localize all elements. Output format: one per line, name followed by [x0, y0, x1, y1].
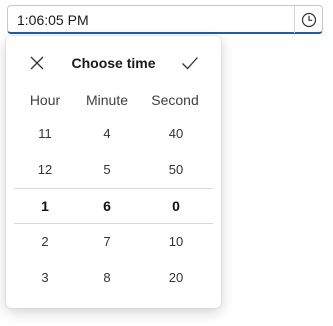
- selection-divider-bottom: [14, 223, 213, 224]
- time-picker-panel: Choose time Hour Minute Second 11 12 1 2…: [6, 36, 221, 308]
- selection-divider-top: [14, 188, 213, 189]
- minute-option[interactable]: 8: [77, 270, 137, 285]
- checkmark-icon: [182, 57, 198, 70]
- second-option[interactable]: 20: [146, 270, 206, 285]
- column-header-second: Second: [151, 92, 199, 108]
- minute-option[interactable]: 4: [77, 126, 137, 141]
- second-option[interactable]: 50: [146, 162, 206, 177]
- second-option[interactable]: 10: [146, 234, 206, 249]
- column-header-minute: Minute: [85, 92, 129, 108]
- hour-option[interactable]: 11: [15, 126, 75, 141]
- clock-icon: [301, 12, 316, 27]
- hour-option[interactable]: 3: [15, 270, 75, 285]
- time-input-value[interactable]: 1:06:05 PM: [17, 12, 89, 28]
- column-header-hour: Hour: [29, 92, 61, 108]
- hour-option[interactable]: 2: [15, 234, 75, 249]
- confirm-button[interactable]: [176, 49, 204, 77]
- picker-header: Choose time: [6, 36, 221, 90]
- minute-option[interactable]: 5: [77, 162, 137, 177]
- second-option[interactable]: 40: [146, 126, 206, 141]
- minute-option-selected[interactable]: 6: [77, 198, 137, 214]
- hour-option[interactable]: 12: [15, 162, 75, 177]
- clock-button[interactable]: [294, 6, 322, 33]
- time-input[interactable]: 1:06:05 PM: [7, 5, 323, 34]
- hour-option-selected[interactable]: 1: [15, 198, 75, 214]
- second-option-selected[interactable]: 0: [146, 198, 206, 214]
- minute-option[interactable]: 7: [77, 234, 137, 249]
